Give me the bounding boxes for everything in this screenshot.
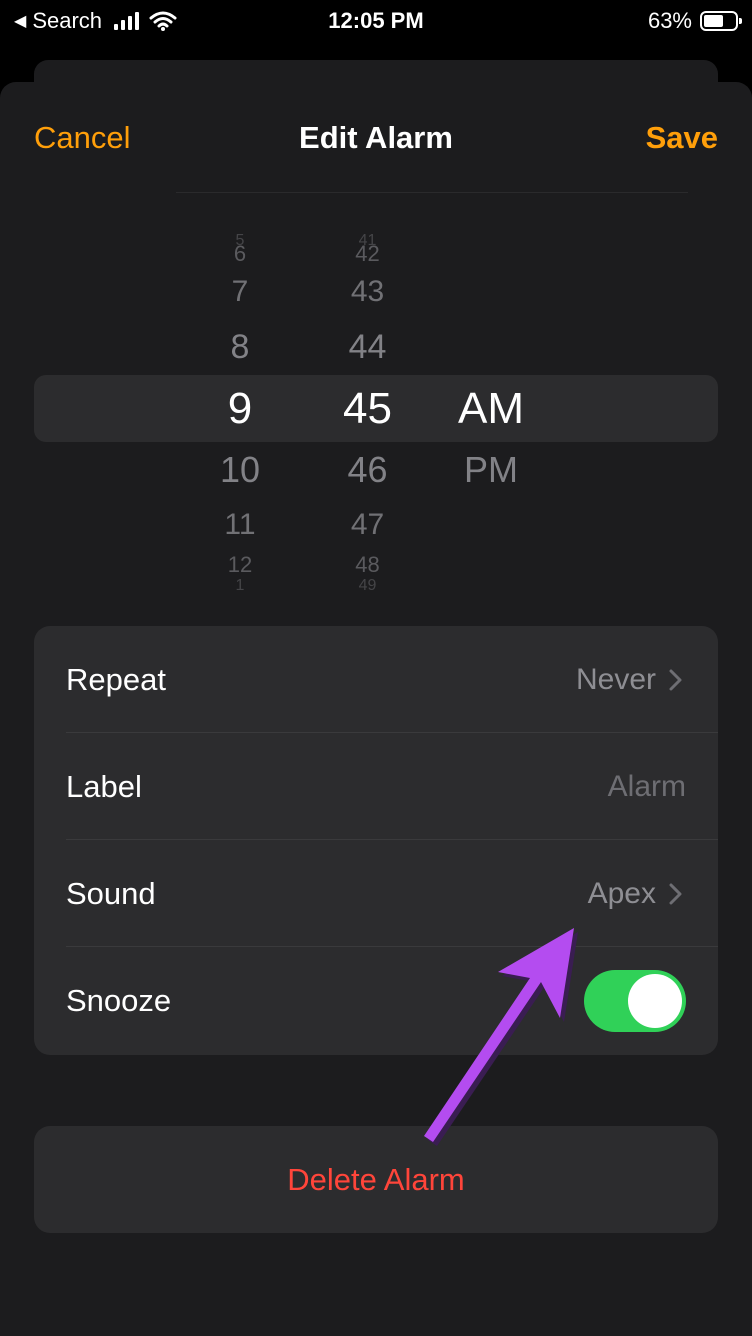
minute-option-47[interactable]: 47 xyxy=(310,510,425,540)
snooze-toggle[interactable] xyxy=(584,969,686,1032)
period-wheel[interactable]: AM PM xyxy=(436,230,546,590)
label-row[interactable]: Label Alarm xyxy=(34,733,718,840)
status-time: 12:05 PM xyxy=(328,8,424,33)
hour-option-12[interactable]: 12 xyxy=(180,554,300,576)
minute-option-43[interactable]: 43 xyxy=(310,277,425,307)
delete-alarm-label: Delete Alarm xyxy=(287,1161,465,1197)
toggle-knob xyxy=(628,973,682,1028)
sound-row[interactable]: Sound Apex xyxy=(34,840,718,947)
chevron-right-icon xyxy=(669,669,682,690)
label-input[interactable]: Alarm xyxy=(608,770,686,804)
minute-option-48[interactable]: 48 xyxy=(310,554,425,576)
time-picker[interactable]: 5 6 7 8 9 10 11 12 1 41 42 43 44 45 46 47 48 49 AM PM xyxy=(0,230,752,590)
sound-label: Sound xyxy=(66,875,156,911)
page-title: Edit Alarm xyxy=(299,120,453,155)
chevron-right-icon xyxy=(669,883,682,904)
delete-alarm-button[interactable]: Delete Alarm xyxy=(34,1126,718,1233)
period-option-PM[interactable]: PM xyxy=(436,452,546,488)
status-bar: ◀ Search 12:05 PM 63% xyxy=(0,0,752,44)
save-button[interactable]: Save xyxy=(646,120,718,156)
snooze-label: Snooze xyxy=(66,982,172,1018)
hour-wheel[interactable]: 5 6 7 8 9 10 11 12 1 xyxy=(180,230,300,591)
hour-option-10[interactable]: 10 xyxy=(180,452,300,488)
battery-percent: 63% xyxy=(647,8,692,33)
label-label: Label xyxy=(66,768,142,804)
minute-option-46[interactable]: 46 xyxy=(310,452,425,488)
status-right: 63% xyxy=(647,8,742,34)
hour-option-9[interactable]: 9 xyxy=(180,387,300,431)
hour-option-7[interactable]: 7 xyxy=(180,277,300,307)
battery-icon xyxy=(700,11,742,31)
minute-option-49[interactable]: 49 xyxy=(310,578,425,591)
navigation-bar: Cancel Edit Alarm Save xyxy=(0,82,752,192)
hour-option-6[interactable]: 6 xyxy=(180,243,300,265)
alarm-settings-list: Repeat Never Label Alarm Sound Apex Snoo… xyxy=(34,626,718,1055)
repeat-row[interactable]: Repeat Never xyxy=(34,626,718,733)
sound-value: Apex xyxy=(587,876,656,910)
nav-divider xyxy=(176,192,688,193)
minute-wheel[interactable]: 41 42 43 44 45 46 47 48 49 xyxy=(310,230,425,591)
repeat-label: Repeat xyxy=(66,661,166,697)
minute-option-45[interactable]: 45 xyxy=(310,387,425,431)
period-option-AM[interactable]: AM xyxy=(436,387,546,431)
hour-option-11[interactable]: 11 xyxy=(180,510,300,540)
minute-option-42[interactable]: 42 xyxy=(310,243,425,265)
repeat-value: Never xyxy=(575,662,656,696)
snooze-row: Snooze xyxy=(34,947,718,1054)
minute-option-44[interactable]: 44 xyxy=(310,330,425,364)
hour-option-1[interactable]: 1 xyxy=(180,578,300,591)
hour-option-8[interactable]: 8 xyxy=(180,330,300,364)
